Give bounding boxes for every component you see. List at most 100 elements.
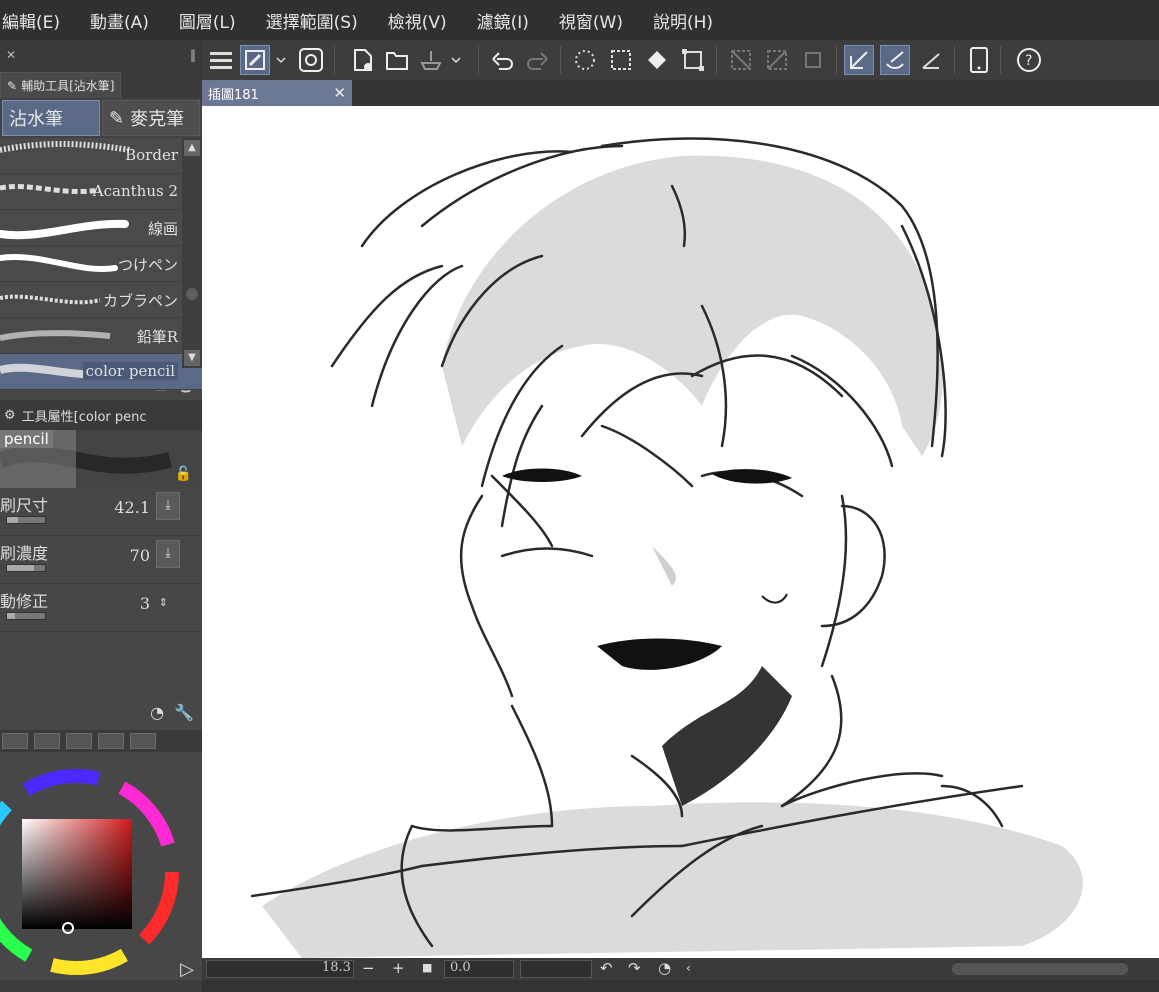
spin-icon[interactable]: ⇕ <box>159 596 168 609</box>
tool-property-footer: ◔ 🔧 <box>0 694 202 730</box>
toolbar-separator <box>954 46 955 74</box>
redo-icon[interactable] <box>522 45 552 75</box>
prop-stabilization[interactable]: 動修正 3 ⇕ <box>0 584 202 632</box>
color-wheel[interactable] <box>0 752 202 980</box>
close-icon[interactable]: ✕ <box>333 84 346 102</box>
menu-edit[interactable]: 編輯(E) <box>2 8 60 33</box>
prop-value: 3 <box>139 594 150 613</box>
svg-text:?: ? <box>1025 53 1032 69</box>
prop-slider-fill <box>7 517 19 523</box>
clear-selection-icon[interactable] <box>606 45 636 75</box>
prop-brush-size[interactable]: 刷尺寸 42.1 ⇕ ⤓ <box>0 488 202 536</box>
reset-rotation-icon[interactable]: ◔ <box>658 959 671 977</box>
color-set-tab[interactable] <box>34 733 60 749</box>
menu-view[interactable]: 檢視(V) <box>388 8 447 33</box>
snap-special-ruler-icon[interactable] <box>880 45 910 75</box>
play-icon[interactable]: ▷ <box>180 959 194 980</box>
group-pen-button[interactable]: 沾水筆 <box>2 100 100 136</box>
wrench-icon[interactable]: 🔧 <box>174 703 194 722</box>
undo-icon[interactable] <box>488 45 518 75</box>
horizontal-scrollbar[interactable] <box>952 963 1128 975</box>
pressure-button[interactable]: ⤓ <box>156 492 180 520</box>
lock-icon[interactable]: 🔓 <box>175 466 192 482</box>
prop-slider[interactable] <box>6 564 46 572</box>
intermediate-color-tab[interactable] <box>66 733 92 749</box>
brush-label: 線画 <box>147 220 178 238</box>
scroll-thumb[interactable] <box>186 288 198 300</box>
prop-slider[interactable] <box>6 612 46 620</box>
sketch-artwork <box>250 137 1083 958</box>
export-icon[interactable] <box>416 45 446 75</box>
group-marker-button[interactable]: ✎ 麥克筆 <box>102 100 200 136</box>
pressure-button[interactable]: ⤓ <box>156 540 180 568</box>
clock-icon[interactable]: ◔ <box>150 703 164 722</box>
new-file-icon[interactable] <box>348 45 378 75</box>
brush-item-color-pencil[interactable]: color pencil <box>0 354 202 390</box>
document-tabbar: 插圖181 ✕ <box>202 80 1159 106</box>
prop-slider-fill <box>7 613 15 619</box>
chevron-left-icon[interactable]: ‹ <box>686 961 691 975</box>
color-wheel-area[interactable]: ▷ 0 0 0 <box>0 752 202 980</box>
open-folder-icon[interactable] <box>382 45 412 75</box>
gear-icon: ⚙ <box>4 407 16 423</box>
hide-selection-icon[interactable] <box>726 45 756 75</box>
brush-label: color pencil <box>82 362 178 380</box>
zoom-in-icon[interactable]: + <box>392 959 405 977</box>
help-icon[interactable]: ? <box>1014 45 1044 75</box>
menu-help[interactable]: 說明(H) <box>653 8 713 33</box>
subtool-group-row: 沾水筆 ✎ 麥克筆 <box>0 98 202 138</box>
menu-selection[interactable]: 選擇範圍(S) <box>266 8 358 33</box>
clip-studio-icon[interactable] <box>296 45 326 75</box>
brush-list-scrollbar[interactable]: ▲ ▼ <box>182 138 202 368</box>
selection-outside-icon[interactable] <box>762 45 792 75</box>
prop-brush-density[interactable]: 刷濃度 70 ⇕ ⤓ <box>0 536 202 584</box>
smartphone-icon[interactable] <box>964 45 994 75</box>
marker-icon: ✎ <box>109 107 125 129</box>
snap-ruler-icon[interactable] <box>844 45 874 75</box>
subtool-tab[interactable]: ✎ 輔助工具[沾水筆] <box>0 72 122 98</box>
grip-icon[interactable]: ‖ <box>190 48 196 62</box>
toolbar-separator <box>836 46 837 74</box>
prop-slider[interactable] <box>6 516 46 524</box>
color-history-tab[interactable] <box>130 733 156 749</box>
brush-label: Border <box>125 146 178 164</box>
chevron-down-icon[interactable] <box>272 45 290 75</box>
toolbar-separator <box>560 46 561 74</box>
approx-color-tab[interactable] <box>98 733 124 749</box>
brush-item-border[interactable]: Border <box>0 138 202 174</box>
rotation-slider[interactable] <box>520 960 592 978</box>
loading-icon[interactable] <box>570 45 600 75</box>
close-icon[interactable]: ✕ <box>6 48 16 62</box>
drawing-canvas[interactable] <box>202 106 1159 958</box>
transform-icon[interactable] <box>678 45 708 75</box>
menu-filter[interactable]: 濾鏡(I) <box>477 8 529 33</box>
zoom-out-icon[interactable]: − <box>362 959 375 977</box>
fit-icon[interactable]: ■ <box>422 961 432 974</box>
chevron-down-icon[interactable] <box>448 45 464 75</box>
brush-item-acanthus[interactable]: Acanthus 2 <box>0 174 202 210</box>
menu-layer[interactable]: 圖層(L) <box>179 8 236 33</box>
scroll-down-icon[interactable]: ▼ <box>184 350 200 366</box>
bottom-strip <box>202 980 1159 992</box>
hamburger-icon[interactable] <box>206 45 236 75</box>
panel-header: ✕ ‖ <box>0 40 202 70</box>
scroll-up-icon[interactable]: ▲ <box>184 140 200 156</box>
brush-item-kabura[interactable]: カブラペン <box>0 282 202 318</box>
rotation-value: 0.0 <box>450 960 471 975</box>
zoom-value: 18.3 <box>322 960 351 975</box>
menu-window[interactable]: 視窗(W) <box>559 8 623 33</box>
fill-icon[interactable] <box>642 45 672 75</box>
document-tab[interactable]: 插圖181 ✕ <box>202 80 352 106</box>
rotate-right-icon[interactable]: ↷ <box>628 959 641 977</box>
brush-preview: pencil 🔓 <box>0 430 202 488</box>
rotate-left-icon[interactable]: ↶ <box>600 959 613 977</box>
crop-icon[interactable] <box>798 45 828 75</box>
snap-grid-icon[interactable] <box>916 45 946 75</box>
pen-tool-icon[interactable] <box>240 45 270 75</box>
brush-item-pencil-r[interactable]: 鉛筆R <box>0 318 202 354</box>
menu-animation[interactable]: 動畫(A) <box>90 8 149 33</box>
color-wheel-tab[interactable] <box>2 733 28 749</box>
brush-item-gpen[interactable]: つけペン <box>0 246 202 282</box>
group-marker-label: 麥克筆 <box>130 109 185 130</box>
brush-item-lineart[interactable]: 線画 <box>0 210 202 246</box>
